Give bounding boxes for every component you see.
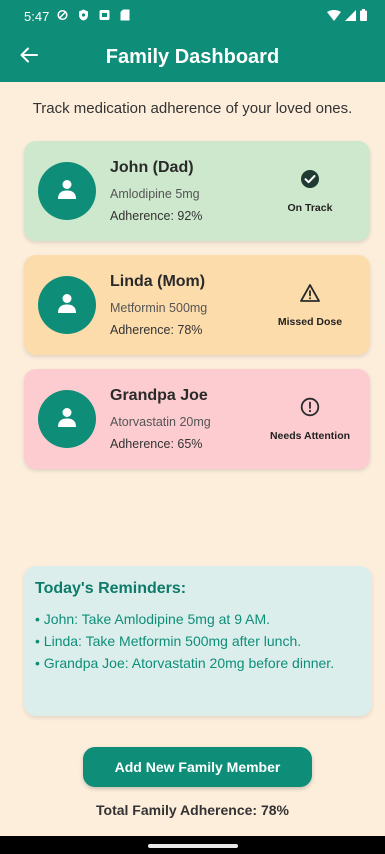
reminder-item: • John: Take Amlodipine 5mg at 9 AM.: [35, 611, 270, 627]
location-icon: [57, 9, 68, 23]
member-name: John (Dad): [110, 159, 194, 176]
status-label: Missed Dose: [277, 316, 343, 328]
member-medication: Atorvastatin 20mg: [110, 415, 211, 429]
reminders-title: Today's Reminders:: [35, 580, 187, 597]
status-label: On Track: [287, 202, 333, 214]
status-label: Needs Attention: [269, 430, 351, 442]
wifi-icon: [327, 9, 341, 24]
member-adherence: Adherence: 92%: [110, 209, 203, 223]
reminders-card: Today's Reminders: • John: Take Amlodipi…: [24, 566, 372, 716]
check-circle-icon: [300, 169, 320, 194]
member-card-john[interactable]: John (Dad) Amlodipine 5mg Adherence: 92%…: [24, 141, 370, 241]
shield-icon: [78, 9, 89, 23]
person-icon: [56, 178, 78, 205]
person-icon: [56, 406, 78, 433]
person-icon: [56, 292, 78, 319]
total-adherence: Total Family Adherence: 78%: [96, 802, 289, 818]
status-indicator: Missed Dose: [264, 283, 356, 328]
member-adherence: Adherence: 78%: [110, 323, 203, 337]
member-card-grandpa-joe[interactable]: Grandpa Joe Atorvastatin 20mg Adherence:…: [24, 369, 370, 469]
avatar: [38, 276, 96, 334]
page-subtitle: Track medication adherence of your loved…: [32, 100, 353, 117]
status-time: 5:47: [24, 8, 50, 24]
sd-card-icon: [120, 9, 130, 23]
member-medication: Amlodipine 5mg: [110, 187, 200, 201]
home-handle[interactable]: [148, 844, 238, 848]
status-right-icons: [327, 8, 367, 24]
status-indicator: Needs Attention: [264, 397, 356, 442]
system-nav-bar: [0, 836, 385, 854]
cell-signal-icon: [345, 9, 356, 24]
member-name: Linda (Mom): [110, 273, 206, 290]
add-family-member-button[interactable]: Add New Family Member: [83, 747, 312, 787]
back-button[interactable]: [16, 44, 42, 70]
member-adherence: Adherence: 65%: [110, 437, 203, 451]
alert-circle-icon: [300, 397, 320, 422]
avatar: [38, 162, 96, 220]
status-indicator: On Track: [264, 169, 356, 214]
page-title: Family Dashboard: [105, 46, 280, 68]
avatar: [38, 390, 96, 448]
reminder-item: • Grandpa Joe: Atorvastatin 20mg before …: [35, 655, 335, 671]
app-icon: [99, 9, 110, 23]
member-medication: Metformin 500mg: [110, 301, 208, 315]
battery-icon: [360, 8, 367, 24]
member-name: Grandpa Joe: [110, 387, 208, 404]
reminder-item: • Linda: Take Metformin 500mg after lunc…: [35, 633, 302, 649]
member-card-linda[interactable]: Linda (Mom) Metformin 500mg Adherence: 7…: [24, 255, 370, 355]
arrow-left-icon: [20, 46, 38, 69]
status-bar: 5:47: [0, 0, 385, 32]
app-bar: Family Dashboard: [0, 32, 385, 82]
warning-triangle-icon: [300, 283, 320, 308]
